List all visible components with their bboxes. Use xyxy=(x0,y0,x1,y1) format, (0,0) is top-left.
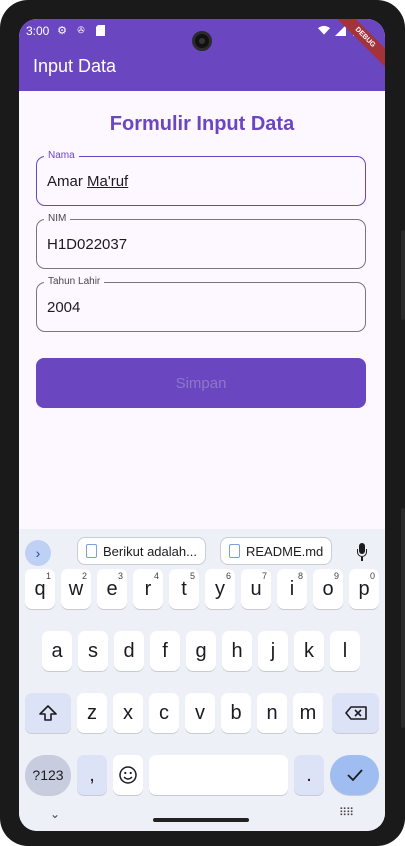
key-d[interactable]: d xyxy=(114,631,144,671)
gesture-home-bar[interactable] xyxy=(153,818,249,822)
enter-key[interactable] xyxy=(330,755,379,795)
key-q[interactable]: q1 xyxy=(25,569,55,609)
key-l[interactable]: l xyxy=(330,631,360,671)
key-e[interactable]: e3 xyxy=(97,569,127,609)
key-p[interactable]: p0 xyxy=(349,569,379,609)
clipboard-suggestion-label: Berikut adalah... xyxy=(103,543,197,559)
key-w[interactable]: w2 xyxy=(61,569,91,609)
key-o[interactable]: o9 xyxy=(313,569,343,609)
backspace-key[interactable] xyxy=(332,693,379,733)
screen: 3:00 ⚙ ✇ Input Data DEBUG Formulir Input… xyxy=(19,19,385,831)
nama-field-value: Amar Ma'ruf xyxy=(47,173,128,190)
clipboard-suggestion-text[interactable]: Berikut adalah... xyxy=(77,537,206,565)
shift-icon xyxy=(39,705,57,721)
key-a[interactable]: a xyxy=(42,631,72,671)
key-hint-6: 6 xyxy=(225,571,231,581)
key-hint-1: 1 xyxy=(45,571,51,581)
space-key[interactable] xyxy=(149,755,288,795)
status-time: 3:00 xyxy=(26,24,50,38)
key-t[interactable]: t5 xyxy=(169,569,199,609)
key-r[interactable]: r4 xyxy=(133,569,163,609)
nfc-icon: ✇ xyxy=(77,24,85,35)
nim-field-label: NIM xyxy=(44,213,71,224)
key-x[interactable]: x xyxy=(113,693,143,733)
volume-button xyxy=(401,508,405,728)
tahun-lahir-field[interactable]: Tahun Lahir 2004 xyxy=(36,276,366,332)
nama-value-composing: Ma'ruf xyxy=(87,173,129,190)
wifi-icon xyxy=(318,24,330,36)
sd-card-icon xyxy=(94,24,106,36)
key-y[interactable]: y6 xyxy=(205,569,235,609)
emoji-icon xyxy=(119,766,137,784)
key-hint-5: 5 xyxy=(189,571,195,581)
key-k[interactable]: k xyxy=(294,631,324,671)
clipboard-file-icon xyxy=(229,544,240,558)
key-hint-8: 8 xyxy=(297,571,303,581)
save-button[interactable]: Simpan xyxy=(36,358,366,408)
key-hint-7: 7 xyxy=(261,571,267,581)
key-hint-3: 3 xyxy=(117,571,123,581)
key-i[interactable]: i8 xyxy=(277,569,307,609)
key-hint-2: 2 xyxy=(81,571,87,581)
period-key[interactable]: . xyxy=(294,755,324,795)
nim-field-value: H1D022037 xyxy=(47,236,128,253)
power-button xyxy=(401,230,405,320)
nim-field[interactable]: NIM H1D022037 xyxy=(36,213,366,269)
app-bar-title: Input Data xyxy=(33,56,117,76)
front-camera xyxy=(192,31,212,51)
symbols-key[interactable]: ?123 xyxy=(25,755,71,795)
on-screen-keyboard: › Berikut adalah... README.md q1w2e3r4t5… xyxy=(19,529,385,831)
clipboard-icon xyxy=(86,544,97,558)
checkmark-icon xyxy=(346,769,363,782)
key-c[interactable]: c xyxy=(149,693,179,733)
key-v[interactable]: v xyxy=(185,693,215,733)
key-b[interactable]: b xyxy=(221,693,251,733)
key-m[interactable]: m xyxy=(293,693,323,733)
key-hint-9: 9 xyxy=(333,571,339,581)
keyboard-switch-icon[interactable]: ⠿⠿ xyxy=(339,806,354,819)
key-f[interactable]: f xyxy=(150,631,180,671)
nama-value-first: Amar xyxy=(47,173,88,190)
clipboard-suggestion-file[interactable]: README.md xyxy=(220,537,333,565)
chevron-right-icon[interactable]: › xyxy=(25,540,51,566)
key-s[interactable]: s xyxy=(78,631,108,671)
comma-key[interactable]: , xyxy=(77,755,107,795)
key-u[interactable]: u7 xyxy=(241,569,271,609)
key-hint-0: 0 xyxy=(369,571,375,581)
hide-keyboard-icon[interactable]: ⌄ xyxy=(50,807,60,821)
nama-field-label: Nama xyxy=(44,150,79,161)
microphone-icon[interactable] xyxy=(356,543,368,561)
key-j[interactable]: j xyxy=(258,631,288,671)
key-g[interactable]: g xyxy=(186,631,216,671)
key-h[interactable]: h xyxy=(222,631,252,671)
emoji-key[interactable] xyxy=(113,755,143,795)
tahun-lahir-field-label: Tahun Lahir xyxy=(44,276,105,287)
tahun-lahir-field-value: 2004 xyxy=(47,299,81,316)
app-bar: 3:00 ⚙ ✇ Input Data DEBUG xyxy=(19,19,385,91)
key-z[interactable]: z xyxy=(77,693,107,733)
settings-icon: ⚙ xyxy=(57,24,67,37)
key-n[interactable]: n xyxy=(257,693,287,733)
clipboard-file-label: README.md xyxy=(246,543,324,559)
key-hint-4: 4 xyxy=(153,571,159,581)
backspace-icon xyxy=(344,706,367,720)
shift-key[interactable] xyxy=(25,693,71,733)
form-title: Formulir Input Data xyxy=(109,113,295,135)
nama-field[interactable]: Nama Amar Ma'ruf xyxy=(36,150,366,206)
